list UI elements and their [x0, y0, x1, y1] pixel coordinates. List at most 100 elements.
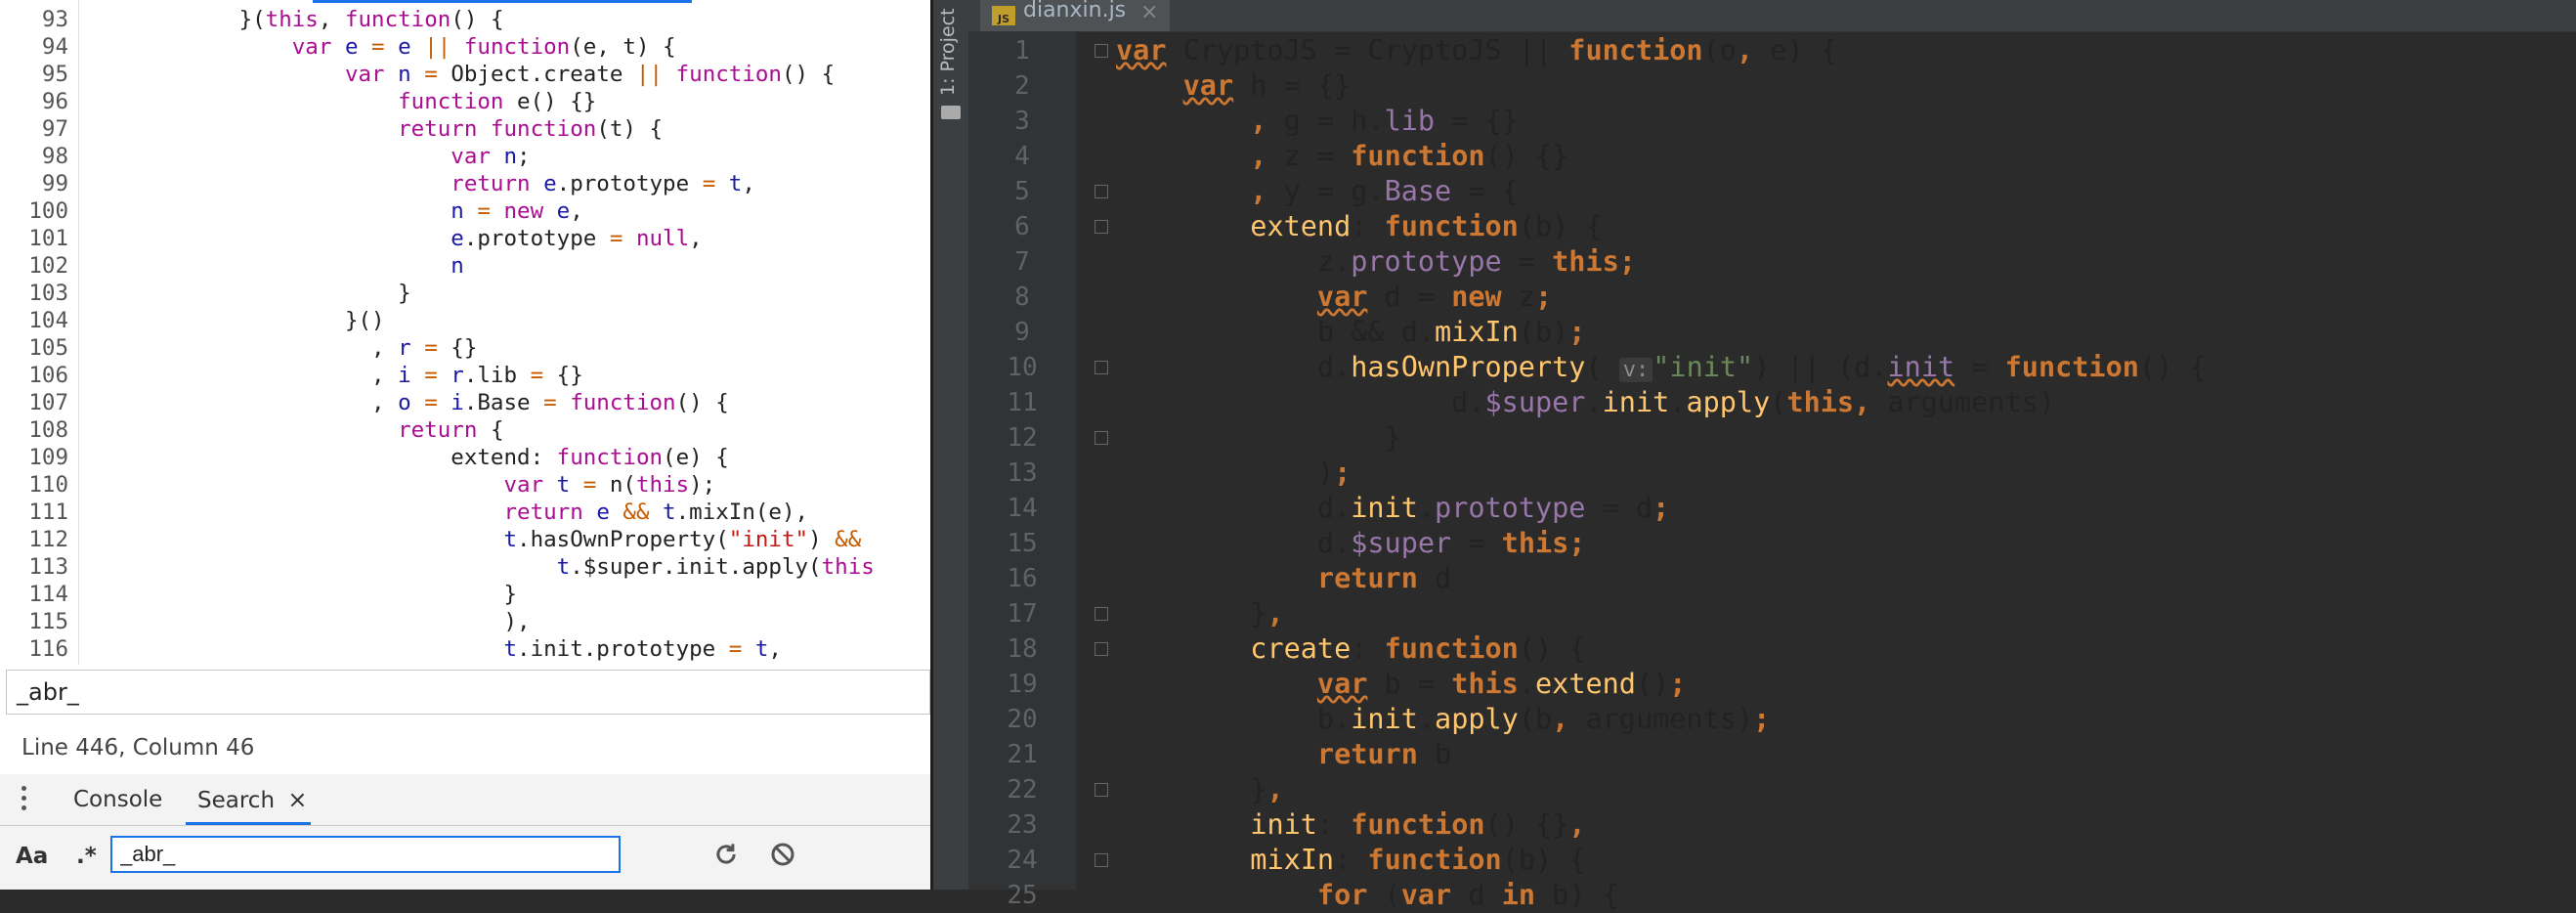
code-line: mixIn: function(b) { — [1250, 844, 1586, 876]
line-number: 105 — [28, 335, 68, 361]
line-number: 6 — [1014, 212, 1030, 241]
code-line: d.hasOwnProperty( v: "init") || (d.init =… — [1116, 351, 2207, 383]
match-case-button[interactable]: Aa — [16, 844, 48, 869]
code-line: var e = e || function(e, t) { — [291, 34, 676, 60]
source-code-view[interactable]: 93 }(this, function() {94 var e = e || f… — [0, 0, 930, 665]
code-line: return { — [398, 417, 504, 443]
line-number: 19 — [1007, 670, 1038, 699]
code-line: n = new e, — [451, 198, 583, 224]
code-line: extend: function(e) { — [451, 445, 729, 470]
code-line: }(this, function() { — [238, 7, 504, 32]
code-line: z.prototype = this; — [1116, 245, 1636, 278]
search-toolbar: Aa .* — [0, 826, 930, 890]
search-input[interactable] — [110, 836, 621, 873]
file-tab-dianxin[interactable]: JS dianxin.js × — [980, 0, 1170, 31]
line-number: 111 — [28, 500, 68, 525]
cursor-position-text: Line 446, Column 46 — [21, 735, 255, 761]
fold-open-icon[interactable] — [1095, 220, 1108, 234]
fold-open-icon[interactable] — [1095, 185, 1108, 198]
code-line: } — [503, 582, 518, 607]
line-number: 17 — [1007, 599, 1038, 629]
line-number: 8 — [1014, 283, 1030, 312]
tab-search-label: Search — [197, 788, 276, 813]
code-line: d.$super.init.apply(this, arguments) — [1116, 386, 2055, 418]
code-line: , r = {} — [371, 335, 478, 361]
find-in-file-box[interactable]: _abr_ — [6, 670, 930, 715]
code-line: var t = n(this); — [503, 472, 716, 498]
line-number: 114 — [28, 582, 68, 607]
line-number: 22 — [1007, 775, 1038, 804]
line-number: 106 — [28, 363, 68, 388]
fold-open-icon[interactable] — [1095, 361, 1108, 374]
line-number: 5 — [1014, 177, 1030, 206]
project-tool-label[interactable]: 1: Project — [937, 8, 959, 96]
code-line: }, — [1116, 773, 1284, 805]
tab-console[interactable]: Console — [73, 774, 162, 825]
close-icon[interactable]: × — [287, 786, 307, 813]
refresh-icon[interactable] — [711, 840, 741, 869]
code-line: return e.prototype = t, — [451, 171, 755, 196]
fold-close-icon[interactable] — [1095, 783, 1108, 797]
code-line: , i = r.lib = {} — [371, 363, 583, 388]
code-line: var n = Object.create || function() { — [344, 62, 836, 87]
drawer-tab-bar: Console Search × — [0, 774, 930, 826]
close-icon[interactable]: × — [1140, 0, 1158, 24]
cursor-status-bar: Line 446, Column 46 — [0, 721, 930, 775]
line-number: 7 — [1014, 247, 1030, 277]
line-number: 107 — [28, 390, 68, 415]
fold-open-icon[interactable] — [1095, 44, 1108, 58]
fold-close-icon[interactable] — [1095, 431, 1108, 445]
line-number: 1 — [1014, 36, 1030, 65]
tab-search[interactable]: Search × — [186, 774, 311, 825]
line-number: 97 — [41, 116, 68, 142]
fold-open-icon[interactable] — [1095, 642, 1108, 656]
clear-results-icon[interactable] — [768, 840, 797, 869]
code-line: d.init.prototype = d; — [1116, 492, 1670, 524]
line-number: 102 — [28, 253, 68, 279]
find-in-file-value: _abr_ — [17, 678, 79, 706]
code-line: , o = i.Base = function() { — [371, 390, 729, 415]
code-line: , z = function() {} — [1250, 140, 1569, 172]
line-number: 16 — [1007, 564, 1038, 593]
code-line: b.init.apply(b, arguments); — [1116, 703, 1771, 735]
code-line: e.prototype = null, — [451, 226, 703, 251]
line-number: 96 — [41, 89, 68, 114]
code-line: function e() {} — [398, 89, 597, 114]
line-number: 103 — [28, 281, 68, 306]
line-number: 109 — [28, 445, 68, 470]
line-number: 99 — [41, 171, 68, 196]
line-number: 11 — [1007, 388, 1038, 417]
line-number: 98 — [41, 144, 68, 169]
code-line: var n; — [451, 144, 531, 169]
line-number: 23 — [1007, 810, 1038, 840]
code-line: , g = h.lib = {} — [1250, 105, 1519, 137]
line-number: 100 — [28, 198, 68, 224]
line-number: 95 — [41, 62, 68, 87]
line-number: 2 — [1014, 71, 1030, 101]
code-line: d.$super = this; — [1116, 527, 1586, 559]
code-line: var d = new z; — [1316, 281, 1553, 313]
code-line: ); — [1116, 456, 1352, 489]
line-number: 110 — [28, 472, 68, 498]
code-line: , y = g.Base = { — [1250, 175, 1519, 207]
line-number: 112 — [28, 527, 68, 552]
js-file-icon: JS — [992, 6, 1015, 25]
line-number: 115 — [28, 609, 68, 634]
fold-close-icon[interactable] — [1095, 607, 1108, 621]
code-line: ), — [503, 609, 531, 634]
code-line: } — [1116, 421, 1401, 454]
fold-open-icon[interactable] — [1095, 853, 1108, 867]
code-line: t.init.prototype = t, — [503, 636, 782, 662]
line-number: 20 — [1007, 705, 1038, 734]
file-tab-label: dianxin.js — [1023, 0, 1127, 22]
line-number: 104 — [28, 308, 68, 333]
editor-tab-bar: JS dianxin.js × — [968, 0, 2576, 32]
line-number: 21 — [1007, 740, 1038, 769]
line-number: 4 — [1014, 142, 1030, 171]
more-menu-icon[interactable] — [21, 786, 27, 813]
line-number: 3 — [1014, 107, 1030, 136]
line-number: 10 — [1007, 353, 1038, 382]
code-line: var h = {} — [1182, 69, 1352, 102]
code-line: extend: function(b) { — [1250, 210, 1603, 242]
regex-button[interactable]: .* — [76, 844, 97, 869]
